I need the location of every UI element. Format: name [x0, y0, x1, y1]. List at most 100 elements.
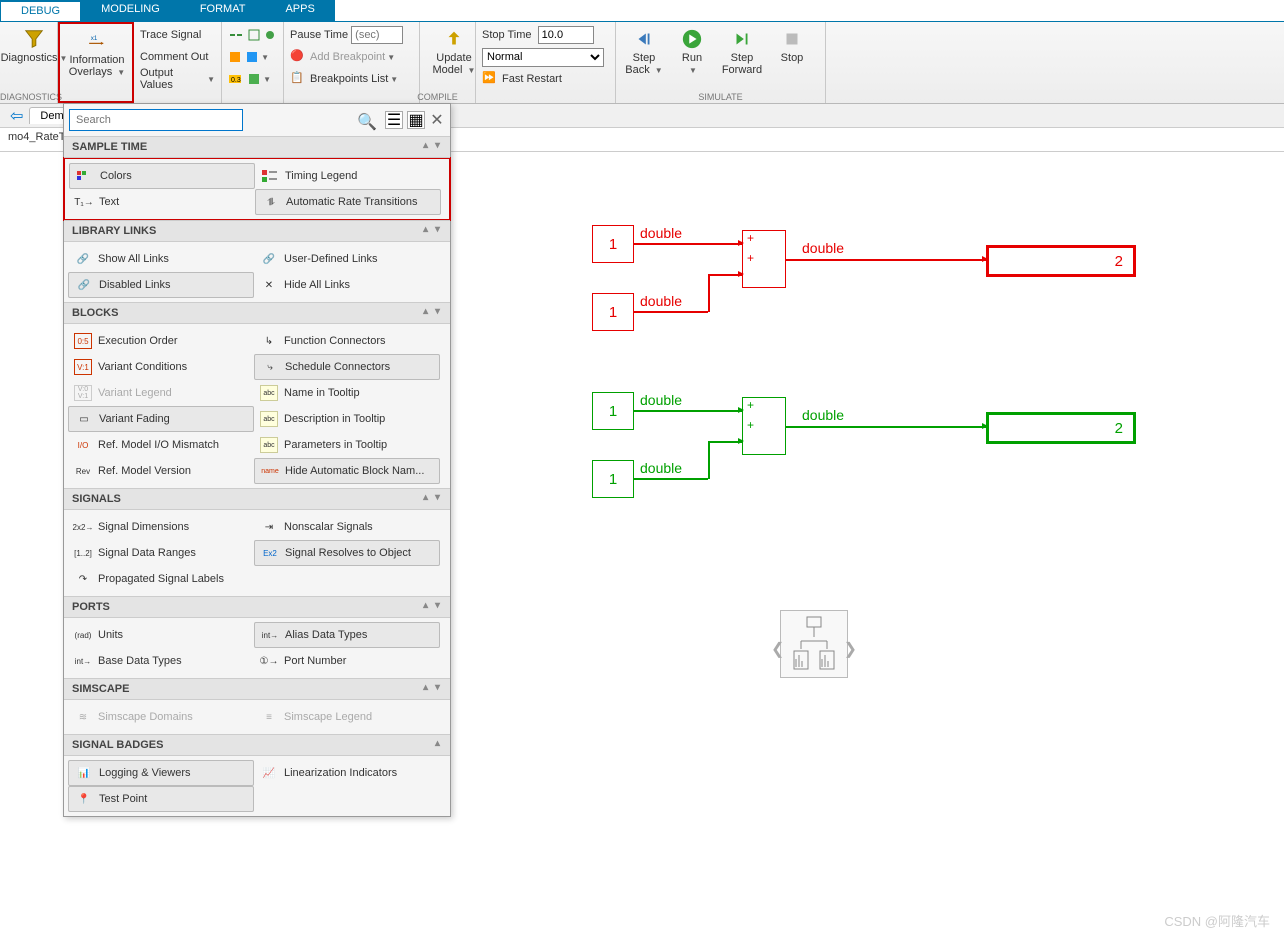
stop-time-input[interactable] [538, 26, 594, 44]
constant-block[interactable]: 1 [592, 392, 634, 430]
step-forward-button[interactable]: StepForward [718, 24, 766, 76]
timing-legend-button[interactable]: Timing Legend [255, 163, 441, 189]
search-input[interactable] [69, 109, 243, 131]
units[interactable]: (rad)Units [68, 622, 254, 648]
grid-view-icon[interactable]: ▦ [407, 111, 425, 129]
simscape-legend: ≡Simscape Legend [254, 704, 440, 730]
datatype-label: double [640, 392, 682, 408]
variant-conditions[interactable]: V:1Variant Conditions [68, 354, 254, 380]
information-overlays-button[interactable]: x1 InformationOverlays ▼ [62, 26, 132, 79]
section-simscape[interactable]: SIMSCAPE▴ ▾ [64, 678, 450, 700]
base-data-types[interactable]: int→Base Data Types [68, 648, 254, 674]
sum-block[interactable]: ++ [742, 230, 786, 288]
signal-resolves[interactable]: Ex2Signal Resolves to Object [254, 540, 440, 566]
fade-icon: ▭ [75, 411, 93, 427]
show-all-links[interactable]: 🔗Show All Links [68, 246, 254, 272]
trace-signal-button[interactable]: Trace Signal [140, 24, 215, 46]
pause-time-input[interactable] [351, 26, 403, 44]
variant-legend: V:0V:1Variant Legend [68, 380, 254, 406]
constant-block[interactable]: 1 [592, 293, 634, 331]
tab-debug[interactable]: DEBUG [0, 0, 81, 21]
alias-data-types[interactable]: int→Alias Data Types [254, 622, 440, 648]
tab-apps[interactable]: APPS [265, 0, 334, 21]
constant-block[interactable]: 1 [592, 460, 634, 498]
list-view-icon[interactable]: ☰ [385, 111, 403, 129]
disabled-links[interactable]: 🔗Disabled Links [68, 272, 254, 298]
desc-in-tooltip[interactable]: abcDescription in Tooltip [254, 406, 440, 432]
step-back-icon [633, 28, 655, 50]
play-icon [681, 28, 703, 50]
broken-link-icon: 🔗 [75, 277, 93, 293]
function-connectors[interactable]: ↳Function Connectors [254, 328, 440, 354]
nonscalar-signals[interactable]: ⇥Nonscalar Signals [254, 514, 440, 540]
signal-dimensions[interactable]: 2x2→Signal Dimensions [68, 514, 254, 540]
ref-model-io[interactable]: I/ORef. Model I/O Mismatch [68, 432, 254, 458]
display-block[interactable]: 2 [986, 245, 1136, 277]
variant-fading[interactable]: ▭Variant Fading [68, 406, 254, 432]
comment-out-button[interactable]: Comment Out [140, 46, 215, 68]
main-tabs: DEBUG MODELING FORMAT APPS [0, 0, 1284, 22]
section-ports[interactable]: PORTS▴ ▾ [64, 596, 450, 618]
information-overlays-panel: 🔍 ☰ ▦ ✕ SAMPLE TIME▴ ▾ Colors Timing Leg… [63, 103, 451, 817]
tools-r2[interactable]: ▼ [228, 46, 277, 68]
signal-data-ranges[interactable]: [1..2]Signal Data Ranges [68, 540, 254, 566]
colors-icon [76, 168, 94, 184]
user-defined-links[interactable]: 🔗User-Defined Links [254, 246, 440, 272]
tab-modeling[interactable]: MODELING [81, 0, 180, 21]
execution-order[interactable]: 0:5Execution Order [68, 328, 254, 354]
colors-button[interactable]: Colors [69, 163, 255, 189]
sum-block[interactable]: ++ [742, 397, 786, 455]
run-button[interactable]: Run▼ [672, 24, 712, 77]
fast-restart-button[interactable]: ⏩Fast Restart [482, 68, 609, 90]
simscape-domains: ≋Simscape Domains [68, 704, 254, 730]
group-compile: COMPILE [400, 92, 475, 102]
section-library-links[interactable]: LIBRARY LINKS▴ ▾ [64, 220, 450, 242]
section-signals[interactable]: SIGNALS▴ ▾ [64, 488, 450, 510]
params-in-tooltip[interactable]: abcParameters in Tooltip [254, 432, 440, 458]
auto-rate-button[interactable]: ⥮Automatic Rate Transitions [255, 189, 441, 215]
output-values-button[interactable]: Output Values▼ [140, 68, 215, 90]
hide-auto-names[interactable]: nameHide Automatic Block Nam... [254, 458, 440, 484]
step-back-button[interactable]: StepBack ▼ [622, 24, 666, 77]
propagated-labels[interactable]: ↷Propagated Signal Labels [68, 566, 254, 592]
constant-block[interactable]: 1 [592, 225, 634, 263]
text-icon: T₁→ [75, 194, 93, 210]
tools-r3[interactable]: 0.3 ▼ [228, 68, 277, 90]
schedule-connectors[interactable]: ⤷Schedule Connectors [254, 354, 440, 380]
display-block[interactable]: 2 [986, 412, 1136, 444]
tab-format[interactable]: FORMAT [180, 0, 266, 21]
diagnostics-button[interactable]: Diagnostics▼ [6, 24, 62, 65]
breakpoints-list-button[interactable]: 📋Breakpoints List▼ [290, 68, 413, 90]
test-point[interactable]: 📍Test Point [68, 786, 254, 812]
hide-all-links[interactable]: ✕Hide All Links [254, 272, 440, 298]
text-button[interactable]: T₁→Text [69, 189, 255, 215]
scope-block[interactable]: ❮ ❯ [780, 610, 848, 678]
schedule-icon: ⤷ [261, 359, 279, 375]
back-icon[interactable]: ⇦ [10, 106, 23, 126]
chevron-right-icon: ❯ [844, 639, 857, 659]
linearization-indicators[interactable]: 📈Linearization Indicators [254, 760, 440, 786]
tools-r1[interactable] [228, 24, 277, 46]
section-blocks[interactable]: BLOCKS▴ ▾ [64, 302, 450, 324]
link-icon: 🔗 [74, 251, 92, 267]
section-sample-time[interactable]: SAMPLE TIME▴ ▾ [64, 136, 450, 158]
overlay-icon: x1 [86, 30, 108, 52]
svg-text:0.3: 0.3 [231, 77, 241, 84]
name-in-tooltip[interactable]: abcName in Tooltip [254, 380, 440, 406]
add-breakpoint-button[interactable]: 🔴Add Breakpoint▼ [290, 46, 413, 68]
section-signal-badges[interactable]: SIGNAL BADGES▴ [64, 734, 450, 756]
update-model-button[interactable]: UpdateModel ▼ [426, 24, 482, 77]
datatype-label: double [640, 293, 682, 309]
search-icon[interactable]: 🔍 [357, 112, 377, 132]
datatype-label: double [640, 460, 682, 476]
ribbon: Diagnostics▼ DIAGNOSTICS x1 InformationO… [0, 22, 1284, 104]
close-icon[interactable]: ✕ [429, 110, 445, 130]
port-number[interactable]: ①→Port Number [254, 648, 440, 674]
stop-time-row: Stop Time [482, 24, 609, 46]
ref-model-version[interactable]: RevRef. Model Version [68, 458, 254, 484]
watermark: CSDN @阿隆汽车 [1164, 911, 1270, 930]
simulation-mode-select[interactable]: Normal [482, 48, 604, 67]
stop-button[interactable]: Stop [772, 24, 812, 64]
step-fwd-icon [731, 28, 753, 50]
logging-viewers[interactable]: 📊Logging & Viewers [68, 760, 254, 786]
